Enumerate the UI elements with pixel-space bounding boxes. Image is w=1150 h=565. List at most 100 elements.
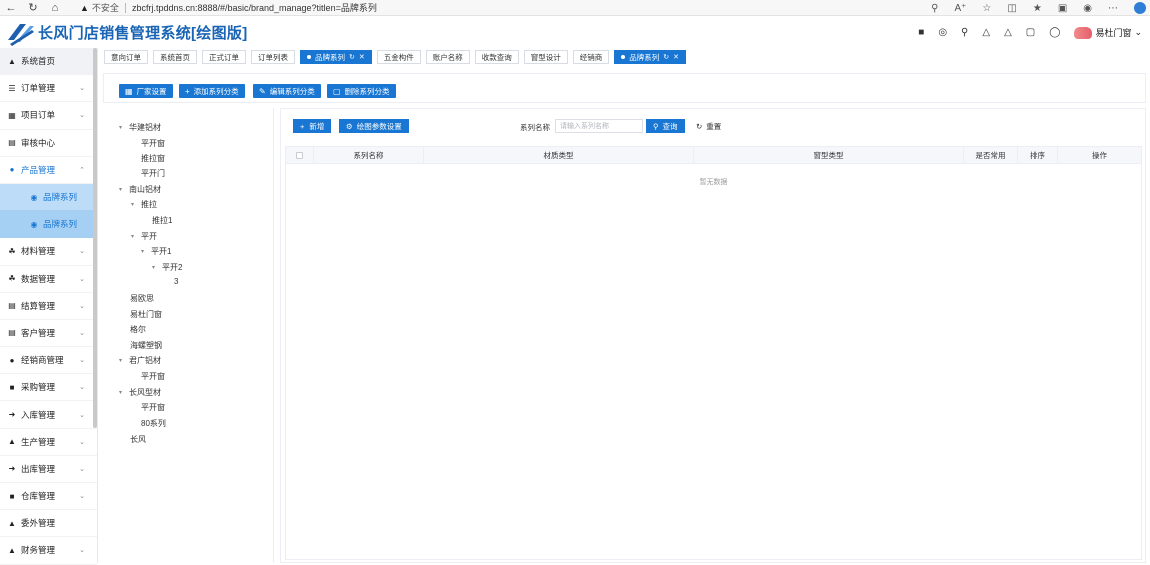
tree-node[interactable]: 推拉1 <box>152 215 172 226</box>
refresh-icon[interactable]: ↻ <box>663 53 669 61</box>
bell-icon[interactable]: △ <box>1004 27 1012 38</box>
tree-node[interactable]: 推拉窗 <box>141 153 165 164</box>
refresh-icon[interactable]: ↻ <box>349 53 355 61</box>
sidebar-item-review[interactable]: ▤ 审核中心 <box>0 130 97 157</box>
favorite-icon[interactable]: ☆ <box>982 3 991 14</box>
tree-node[interactable]: 80系列 <box>141 418 166 429</box>
tree-node[interactable]: 格尔 <box>130 324 146 335</box>
extensions-icon[interactable]: ◉ <box>1083 3 1092 14</box>
shirt-icon[interactable]: △ <box>982 27 990 38</box>
sidebar-item-customers[interactable]: ▤ 客户管理 ⌄ <box>0 320 97 348</box>
sidebar-item-purchasing[interactable]: ■ 采购管理 ⌄ <box>0 374 97 402</box>
caret-down-icon[interactable]: ▾ <box>152 264 162 271</box>
tree-node[interactable]: 易欧思 <box>130 293 154 304</box>
tab-brand-series-2[interactable]: 品牌系列 ↻ ✕ <box>614 50 686 64</box>
caret-down-icon[interactable]: ▾ <box>131 233 141 240</box>
search-input[interactable]: 请输入系列名称 <box>555 119 643 133</box>
tab-formal-orders[interactable]: 正式订单 <box>202 50 246 64</box>
tab-account-name[interactable]: 账户名称 <box>425 50 470 64</box>
tree-node[interactable]: 平开窗 <box>141 402 165 413</box>
tab-order-list[interactable]: 订单列表 <box>251 50 295 64</box>
sidebar-item-finance[interactable]: ▲ 财务管理 ⌄ <box>0 537 97 565</box>
refresh-icon[interactable]: ↻ <box>22 0 44 16</box>
caret-down-icon[interactable]: ▾ <box>119 124 129 131</box>
tab-hardware[interactable]: 五金构件 <box>376 50 421 64</box>
sidebar-item-production[interactable]: ▲ 生产管理 ⌄ <box>0 429 97 456</box>
url-text[interactable]: zbcfrj.tpddns.cn:8888/#/basic/brand_mana… <box>132 1 377 14</box>
caret-down-icon[interactable]: ▾ <box>131 201 141 208</box>
sidebar-item-inbound[interactable]: ➜ 入库管理 ⌄ <box>0 401 97 429</box>
caret-down-icon[interactable]: ▾ <box>119 357 129 364</box>
user-icon[interactable]: ◯ <box>1049 27 1060 38</box>
sidebar-item-project-orders[interactable]: ▦ 项目订单 ⌄ <box>0 102 97 130</box>
column-header[interactable]: 系列名称 <box>314 147 424 164</box>
tree-node[interactable]: 海螺塑钢 <box>130 340 162 351</box>
message-icon[interactable]: ▢ <box>1026 27 1035 38</box>
home-icon[interactable]: ⌂ <box>44 0 66 16</box>
sidebar-scrollbar[interactable] <box>93 48 97 428</box>
sidebar-item-dealers[interactable]: ● 经销商管理 ⌄ <box>0 347 97 375</box>
tab-brand-series[interactable]: 品牌系列 ↻ ✕ <box>300 50 372 64</box>
tree-node[interactable]: ▾ 推拉 <box>131 199 157 210</box>
tree-node[interactable]: 平开窗 <box>141 138 165 149</box>
sidebar-item-data[interactable]: ☘ 数据管理 ⌄ <box>0 266 97 293</box>
sidebar-item-brand-series-active[interactable]: ◉ 品牌系列 <box>0 211 97 239</box>
tree-node[interactable]: 3 <box>174 277 178 286</box>
delete-series-category-button[interactable]: ▢ 删除系列分类 <box>327 84 396 98</box>
sidebar-item-settlement[interactable]: ▤ 结算管理 ⌄ <box>0 293 97 320</box>
tree-node[interactable]: ▾ 南山铝材 <box>119 184 161 195</box>
caret-down-icon[interactable]: ▾ <box>119 186 129 193</box>
query-button[interactable]: ⚲ 查询 <box>646 119 685 133</box>
tree-node[interactable]: ▾ 长风型材 <box>119 387 161 398</box>
factory-settings-button[interactable]: ▦ 厂家设置 <box>119 84 173 98</box>
target-icon[interactable]: ◎ <box>938 27 947 38</box>
sidebar-item-warehouse[interactable]: ■ 仓库管理 ⌄ <box>0 483 97 511</box>
search-icon[interactable]: ⚲ <box>961 27 968 38</box>
tree-node[interactable]: 易杜门窗 <box>130 309 162 320</box>
caret-down-icon[interactable]: ▾ <box>141 248 151 255</box>
column-header[interactable]: 是否常用 <box>964 147 1018 164</box>
edit-series-category-button[interactable]: ✎ 编辑系列分类 <box>253 84 321 98</box>
favorites-list-icon[interactable]: ★ <box>1033 3 1042 14</box>
sidebar-item-products[interactable]: ● 产品管理 ⌃ <box>0 157 97 184</box>
column-header[interactable]: 材质类型 <box>424 147 694 164</box>
add-series-category-button[interactable]: + 添加系列分类 <box>179 84 245 98</box>
key-icon[interactable]: ⚲ <box>931 3 938 14</box>
column-header[interactable]: 排序 <box>1018 147 1058 164</box>
address-bar[interactable]: ▲ 不安全 zbcfrj.tpddns.cn:8888/#/basic/bran… <box>80 1 377 15</box>
close-icon[interactable]: ✕ <box>673 53 679 61</box>
caret-down-icon[interactable]: ▾ <box>119 389 129 396</box>
tab-payment-query[interactable]: 收款查询 <box>474 50 519 64</box>
sidebar-item-home[interactable]: ▲ 系统首页 <box>0 48 97 76</box>
sidebar-item-materials[interactable]: ☘ 材料管理 ⌄ <box>0 238 97 266</box>
trash-icon[interactable]: ■ <box>918 27 924 38</box>
sidebar-item-outsourcing[interactable]: ▲ 委外管理 <box>0 510 97 538</box>
tree-node[interactable]: 平开窗 <box>141 371 165 382</box>
tab-window-design[interactable]: 窗型设计 <box>523 50 568 64</box>
tab-home[interactable]: 系统首页 <box>153 50 197 64</box>
close-icon[interactable]: ✕ <box>359 53 365 61</box>
back-icon[interactable]: ← <box>0 0 22 16</box>
copilot-icon[interactable] <box>1134 2 1146 14</box>
collections-icon[interactable]: ▣ <box>1058 3 1067 14</box>
tree-node[interactable]: ▾ 华建铝材 <box>119 122 161 133</box>
draw-params-button[interactable]: ⚙ 绘图参数设置 <box>339 119 409 133</box>
column-header[interactable]: 操作 <box>1058 147 1141 164</box>
select-all-checkbox[interactable] <box>296 152 303 159</box>
tree-node[interactable]: 平开门 <box>141 168 165 179</box>
add-button[interactable]: + 新增 <box>293 119 332 133</box>
column-header[interactable]: 窗型类型 <box>694 147 964 164</box>
tab-intent-orders[interactable]: 意向订单 <box>104 50 148 64</box>
tree-node[interactable]: ▾ 平开 <box>131 231 157 242</box>
sidebar-item-orders[interactable]: ☰ 订单管理 ⌄ <box>0 75 97 103</box>
read-aloud-icon[interactable]: A⁺ <box>954 3 966 14</box>
reset-button[interactable]: ↻ 重置 <box>689 119 729 133</box>
tree-node[interactable]: ▾ 君广铝材 <box>119 355 161 366</box>
tree-node[interactable]: 长风 <box>130 434 146 445</box>
sidebar-item-brand-series[interactable]: ◉ 品牌系列 <box>0 183 97 212</box>
split-screen-icon[interactable]: ◫ <box>1007 3 1016 14</box>
tab-dealer[interactable]: 经销商 <box>572 50 610 64</box>
tree-node[interactable]: ▾ 平开1 <box>141 246 171 257</box>
sidebar-item-outbound[interactable]: ➜ 出库管理 ⌄ <box>0 456 97 483</box>
more-icon[interactable]: ⋯ <box>1108 3 1118 14</box>
